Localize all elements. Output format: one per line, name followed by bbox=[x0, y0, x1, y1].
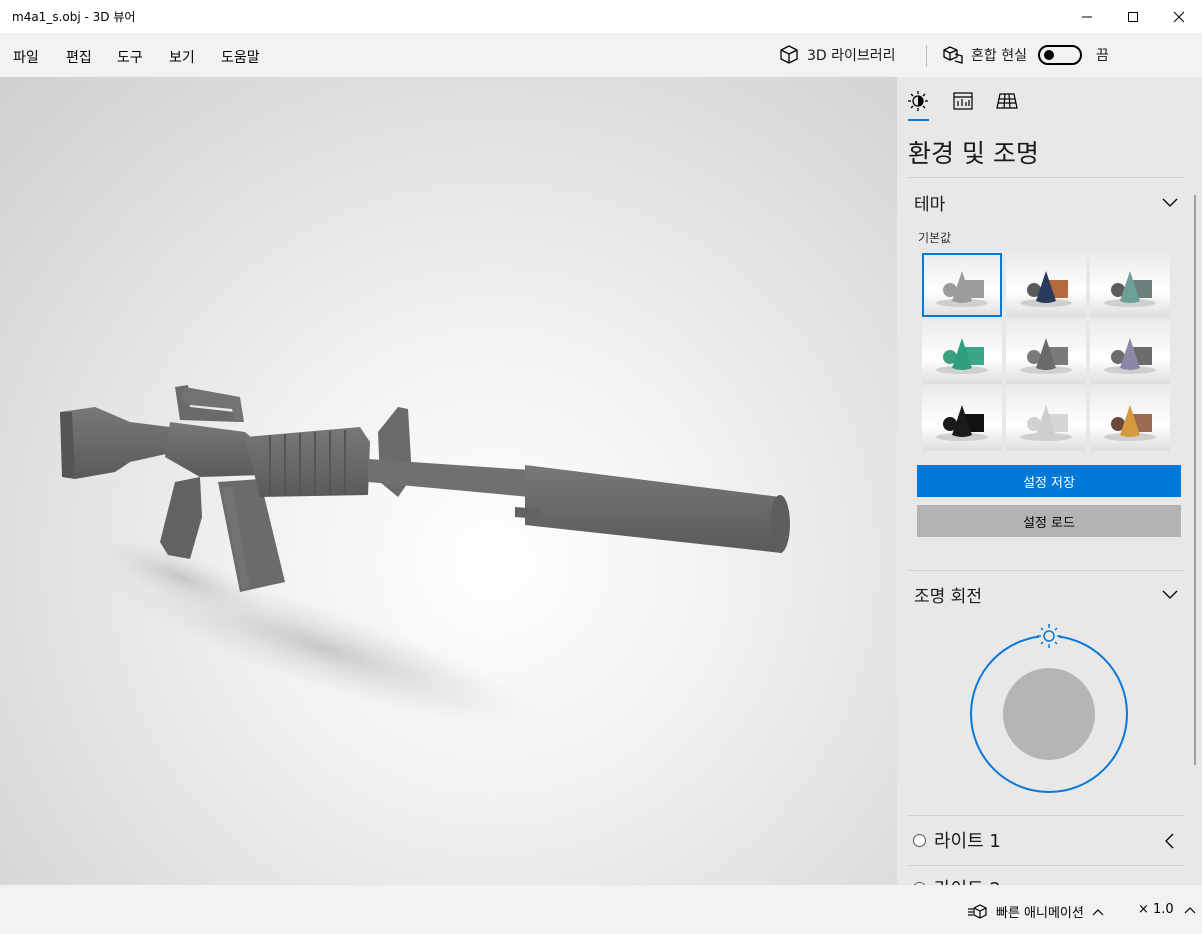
minimize-button[interactable] bbox=[1064, 0, 1110, 33]
close-icon bbox=[1173, 11, 1185, 22]
theme-preview bbox=[1104, 405, 1156, 441]
environment-panel: 환경 및 조명 테마 기본값 설정 저장 설정 로드 조명 회전 라이트 1 라… bbox=[897, 77, 1202, 885]
light-1-row[interactable]: 라이트 1 bbox=[913, 827, 1001, 853]
library-label: 3D 라이브러리 bbox=[807, 48, 896, 64]
speed-control[interactable]: × 1.0 bbox=[1138, 902, 1196, 917]
theme-option[interactable] bbox=[1090, 320, 1170, 384]
toggle-switch[interactable] bbox=[1038, 45, 1082, 65]
save-settings-button[interactable]: 설정 저장 bbox=[917, 465, 1181, 497]
sun-handle-icon[interactable] bbox=[1037, 624, 1061, 648]
mixed-reality-icon bbox=[943, 46, 963, 64]
cube-icon bbox=[780, 45, 798, 64]
menu-help[interactable]: 도움말 bbox=[221, 47, 260, 67]
light-1-radio[interactable] bbox=[913, 833, 926, 847]
theme-option[interactable] bbox=[1090, 253, 1170, 317]
window-title: m4a1_s.obj - 3D 뷰어 bbox=[12, 10, 136, 24]
menu-bar: 파일 편집 도구 보기 도움말 3D 라이브러리 혼합 현실 끔 bbox=[0, 33, 1202, 77]
menu-tools[interactable]: 도구 bbox=[117, 47, 143, 67]
theme-option[interactable] bbox=[1006, 320, 1086, 384]
theme-preview bbox=[936, 271, 988, 307]
chevron-left-icon[interactable] bbox=[1164, 833, 1174, 849]
theme-preview bbox=[936, 338, 988, 374]
light-2-row[interactable]: 라이트 2 bbox=[913, 875, 1001, 885]
grid-icon[interactable] bbox=[996, 90, 1018, 112]
menu-edit[interactable]: 편집 bbox=[66, 47, 92, 67]
panel-title: 환경 및 조명 bbox=[908, 139, 1039, 168]
chevron-up-icon[interactable] bbox=[1184, 906, 1196, 914]
animation-label: 빠른 애니메이션 bbox=[996, 906, 1084, 921]
panel-scrollbar[interactable] bbox=[1194, 195, 1196, 765]
3d-viewport[interactable] bbox=[0, 77, 897, 885]
chevron-down-icon[interactable] bbox=[1162, 198, 1178, 208]
theme-default-label: 기본값 bbox=[918, 231, 952, 245]
speed-label: × 1.0 bbox=[1138, 902, 1174, 917]
theme-preview bbox=[936, 405, 988, 441]
mixed-reality-toggle[interactable]: 끔 bbox=[1038, 33, 1109, 77]
theme-option[interactable] bbox=[1006, 387, 1086, 451]
theme-option[interactable] bbox=[1090, 387, 1170, 451]
close-button[interactable] bbox=[1156, 0, 1202, 33]
divider bbox=[908, 865, 1185, 866]
minimize-icon bbox=[1082, 16, 1092, 17]
theme-option[interactable] bbox=[1006, 253, 1086, 317]
theme-preview bbox=[1020, 405, 1072, 441]
light-rotation-dial[interactable] bbox=[967, 622, 1132, 797]
animation-button[interactable]: 빠른 애니메이션 bbox=[968, 902, 1104, 921]
toggle-knob bbox=[1044, 50, 1054, 60]
maximize-icon bbox=[1128, 11, 1138, 22]
active-tab-indicator bbox=[908, 119, 929, 121]
menu-view[interactable]: 보기 bbox=[169, 47, 195, 67]
title-bar: m4a1_s.obj - 3D 뷰어 bbox=[0, 0, 1202, 33]
divider bbox=[908, 570, 1185, 571]
lighting-rotation-title[interactable]: 조명 회전 bbox=[914, 582, 982, 607]
theme-option[interactable] bbox=[922, 320, 1002, 384]
library-button[interactable]: 3D 라이브러리 bbox=[778, 33, 896, 77]
theme-preview bbox=[1104, 271, 1156, 307]
mixed-reality-label: 혼합 현실 bbox=[971, 48, 1027, 64]
chevron-up-icon[interactable] bbox=[1092, 908, 1104, 916]
menu-divider bbox=[926, 45, 927, 67]
bottom-bar: 빠른 애니메이션 × 1.0 bbox=[0, 885, 1202, 934]
menu-file[interactable]: 파일 bbox=[13, 47, 39, 67]
rifle-model bbox=[60, 385, 790, 728]
chevron-down-icon[interactable] bbox=[1162, 590, 1178, 600]
environment-lighting-icon[interactable] bbox=[907, 90, 929, 112]
theme-preview bbox=[1104, 338, 1156, 374]
divider bbox=[908, 815, 1185, 816]
load-settings-button[interactable]: 설정 로드 bbox=[917, 505, 1181, 537]
animation-icon bbox=[968, 903, 987, 919]
theme-preview bbox=[1020, 271, 1072, 307]
maximize-button[interactable] bbox=[1110, 0, 1156, 33]
theme-preview bbox=[1020, 338, 1072, 374]
theme-option[interactable] bbox=[922, 253, 1002, 317]
theme-section-title[interactable]: 테마 bbox=[914, 190, 945, 215]
stats-icon[interactable] bbox=[952, 90, 974, 112]
toggle-state-label: 끔 bbox=[1096, 48, 1109, 64]
light-2-label: 라이트 2 bbox=[934, 875, 1001, 885]
divider bbox=[908, 177, 1185, 178]
theme-option[interactable] bbox=[922, 387, 1002, 451]
light-1-label: 라이트 1 bbox=[934, 831, 1001, 852]
mixed-reality-button[interactable]: 혼합 현실 bbox=[942, 33, 1027, 77]
